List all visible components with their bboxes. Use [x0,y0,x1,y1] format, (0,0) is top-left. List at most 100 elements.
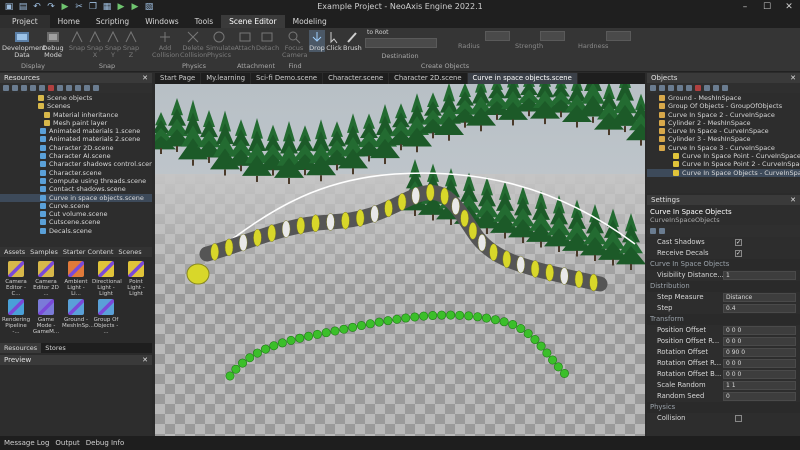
tree-item[interactable]: Material inheritance [0,111,152,119]
paste-icon[interactable] [48,85,54,91]
object-item[interactable]: Curve In Space Objects - CurveInSpaceObj… [647,168,800,177]
tree-item[interactable]: Animated materials 2.scene [0,135,152,143]
maximize-icon[interactable]: ☐ [756,0,778,15]
snap-z-button[interactable]: Snap Z [122,30,140,59]
object-item[interactable]: Curve In Space Point 2 - CurveInSpacePoi… [647,160,800,168]
snap-x-button[interactable]: Snap X [86,30,104,59]
destination-input[interactable] [365,38,437,48]
document-tab[interactable]: Character 2D.scene [389,73,468,84]
tree-item[interactable]: Character AI.scene [0,152,152,160]
cut-icon[interactable] [30,85,36,91]
object-item[interactable]: Group Of Objects - GroupOfObjects [647,102,800,110]
import-icon[interactable] [21,85,27,91]
property-checkbox[interactable]: ✓ [735,239,742,246]
property-row[interactable]: Rotation Offset B... 0 0 0 [647,369,800,380]
property-checkbox[interactable]: ✓ [735,250,742,257]
asset-item[interactable]: Camera Editor - C... [2,261,30,297]
detach-button[interactable]: Detach [256,30,279,52]
tree-item[interactable]: Curve in space objects.scene [0,193,152,202]
object-item[interactable]: Curve In Space - CurveInSpace [647,127,800,135]
asset-item[interactable]: Ground - MeshInSp... [62,299,94,335]
radius-input[interactable] [485,31,510,41]
object-item[interactable]: Ground - MeshInSpace [647,94,800,102]
property-row[interactable]: Collision [647,413,800,424]
asset-item[interactable]: Game Mode - GameM... [32,299,60,335]
tab-stores[interactable]: Stores [41,343,70,353]
asset-item[interactable]: Camera Editor 2D ... [32,261,60,297]
property-row[interactable]: Position Offset 0 0 0 [647,325,800,336]
tree-item[interactable]: Mesh paint layer [0,119,152,127]
document-tab[interactable]: Sci-fi Demo.scene [251,73,324,84]
resources-close-icon[interactable]: ✕ [142,73,148,83]
menu-modeling[interactable]: Modeling [285,15,335,28]
property-value-field[interactable]: Distance [723,293,796,302]
folder-icon[interactable] [12,85,18,91]
asset-item[interactable]: Directional Light - Light [92,261,122,297]
delete-collision-button[interactable]: Delete Collision [180,30,207,59]
asset-tab[interactable]: Starter Content [63,247,113,257]
edit-icon[interactable] [659,85,665,91]
property-value-field[interactable]: 0 0 0 [723,359,796,368]
property-row[interactable]: Position Offset R... 0 0 0 [647,336,800,347]
tree-item[interactable]: Character shadows control.scene [0,160,152,168]
object-item[interactable]: Cylinder 2 - MeshInSpace [647,119,800,127]
delete-icon[interactable] [695,85,701,91]
rename-icon[interactable] [66,85,72,91]
property-value-field[interactable]: 0 0 0 [723,326,796,335]
scene-viewport[interactable] [155,84,645,436]
debug-mode-button[interactable]: Debug Mode [42,30,64,59]
copy-icon[interactable] [677,85,683,91]
property-row[interactable]: Visibility Distance... 1 [647,270,800,281]
property-value-field[interactable]: 0 90 0 [723,348,796,357]
objects-close-icon[interactable]: ✕ [790,73,796,83]
tree-item[interactable]: Contact shadows.scene [0,185,152,193]
asset-item[interactable]: Point Light - Light [122,261,150,297]
category-icon[interactable] [650,228,656,234]
tree-item[interactable]: Cut volume.scene [0,210,152,218]
asset-tab[interactable]: Samples [30,247,58,257]
tree-item[interactable]: Scene objects [0,94,152,102]
property-row[interactable]: Step Measure Distance [647,292,800,303]
focus-camera-button[interactable]: Focus Camera [282,30,308,59]
click-button[interactable]: Click [326,30,342,52]
tree-item[interactable]: Curve.scene [0,202,152,210]
asset-item[interactable]: Rendering Pipeline -... [2,299,30,335]
asset-item[interactable]: Group Of Objects - ... [92,299,120,335]
preview-close-icon[interactable]: ✕ [142,355,148,365]
hardness-input[interactable] [606,31,631,41]
tree-item[interactable]: Scenes [0,102,152,110]
minimize-icon[interactable]: – [734,0,756,15]
settings-close-icon[interactable]: ✕ [790,195,796,205]
document-tab[interactable]: Character.scene [323,73,390,84]
new-object-icon[interactable] [650,85,656,91]
menu-windows[interactable]: Windows [137,15,186,28]
property-row[interactable]: Rotation Offset R... 0 0 0 [647,358,800,369]
property-row[interactable]: Step 0.4 [647,303,800,314]
sort-icon[interactable] [659,228,665,234]
object-item[interactable]: Curve In Space Point - CurveInSpacePoint [647,152,800,160]
property-row[interactable]: Rotation Offset 0 90 0 [647,347,800,358]
menu-scripting[interactable]: Scripting [88,15,137,28]
tree-item[interactable]: Decals.scene [0,227,152,235]
paste-icon[interactable] [686,85,692,91]
tab-message-log[interactable]: Message Log [4,436,49,450]
asset-item[interactable]: Ambient Light - Li... [62,261,90,297]
property-value-field[interactable]: 1 [723,271,796,280]
property-row[interactable]: Receive Decals ✓ [647,248,800,259]
drop-button[interactable]: Drop [309,30,325,52]
asset-tab[interactable]: Assets [4,247,25,257]
search-icon[interactable] [722,85,728,91]
move-down-icon[interactable] [713,85,719,91]
document-tab[interactable]: My.learning [201,73,252,84]
menu-tools[interactable]: Tools [187,15,221,28]
property-checkbox[interactable] [735,415,742,422]
object-item[interactable]: Curve In Space 3 - CurveInSpace [647,144,800,152]
view-icon[interactable] [84,85,90,91]
document-tab[interactable]: Start Page [155,73,202,84]
property-row[interactable]: Scale Random 1 1 [647,380,800,391]
close-icon[interactable]: ✕ [778,0,800,15]
property-row[interactable]: Random Seed 0 [647,391,800,402]
tree-item[interactable]: Character 2D.scene [0,144,152,152]
tree-item[interactable]: Cutscene.scene [0,218,152,226]
cut-icon[interactable] [668,85,674,91]
